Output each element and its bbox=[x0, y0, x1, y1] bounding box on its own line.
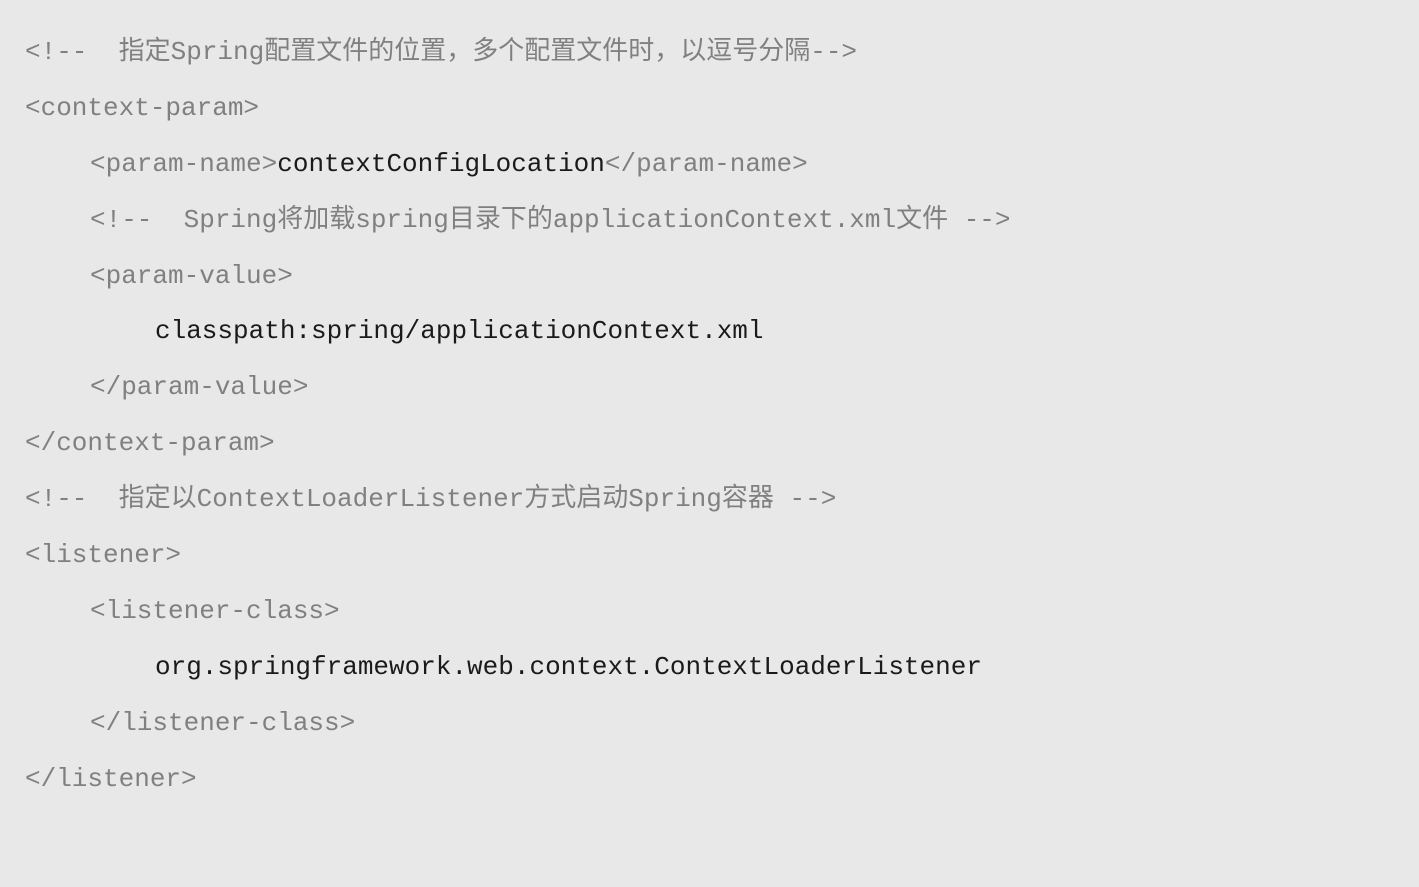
listener-open-tag: <listener> bbox=[25, 528, 1394, 584]
param-value-open-tag: <param-value> bbox=[25, 249, 1394, 305]
param-name-close: </param-name> bbox=[605, 149, 808, 179]
param-name-line: <param-name>contextConfigLocation</param… bbox=[25, 137, 1394, 193]
context-param-close-tag: </context-param> bbox=[25, 416, 1394, 472]
classpath-value: classpath:spring/applicationContext.xml bbox=[25, 304, 1394, 360]
listener-close-tag: </listener> bbox=[25, 752, 1394, 808]
param-value-close-tag: </param-value> bbox=[25, 360, 1394, 416]
listener-class-close-tag: </listener-class> bbox=[25, 696, 1394, 752]
listener-class-value: org.springframework.web.context.ContextL… bbox=[25, 640, 1394, 696]
param-name-open: <param-name> bbox=[90, 149, 277, 179]
param-name-value: contextConfigLocation bbox=[277, 149, 605, 179]
xml-code-block: <!-- 指定Spring配置文件的位置，多个配置文件时，以逗号分隔--> <c… bbox=[25, 25, 1394, 807]
comment-line: <!-- Spring将加载spring目录下的applicationConte… bbox=[25, 193, 1394, 249]
listener-class-open-tag: <listener-class> bbox=[25, 584, 1394, 640]
comment-line: <!-- 指定Spring配置文件的位置，多个配置文件时，以逗号分隔--> bbox=[25, 25, 1394, 81]
context-param-open-tag: <context-param> bbox=[25, 81, 1394, 137]
comment-line: <!-- 指定以ContextLoaderListener方式启动Spring容… bbox=[25, 472, 1394, 528]
